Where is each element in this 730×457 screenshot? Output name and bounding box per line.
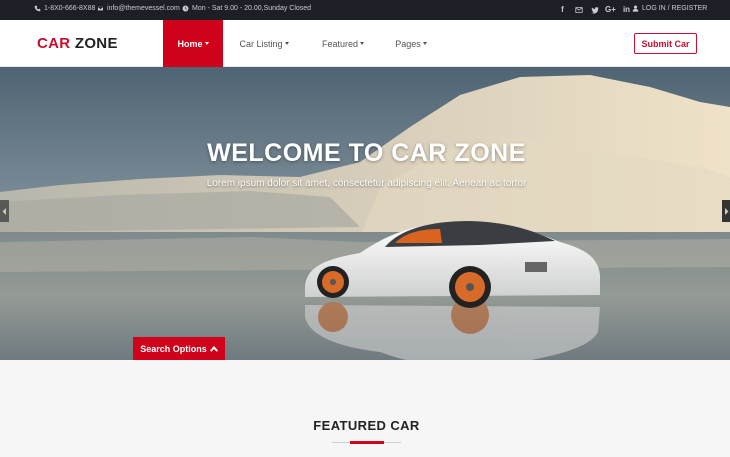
google-plus-icon[interactable]: G+ [605,4,616,15]
nav-pages[interactable]: Pages [388,20,434,67]
nav-home-label: Home [177,38,203,49]
nav-featured-label: Featured [321,38,359,49]
nav-home[interactable]: Home [163,20,223,67]
twitter-icon[interactable] [590,4,599,15]
phone-text: 1-8X0-666-8X88 [44,5,96,12]
brand-logo[interactable]: CAR ZONE [37,35,118,52]
slider-next-button[interactable] [722,200,730,222]
login-register-link[interactable]: LOG IN / REGISTER [632,5,707,12]
submit-car-button[interactable]: Submit Car [634,33,697,54]
divider-accent [350,441,384,444]
brand-logo-zone: ZONE [74,35,118,52]
opening-hours: Mon - Sat 9.00 - 20.00,Sunday Closed [182,5,311,12]
caret-down-icon [284,42,289,45]
user-icon [632,5,639,12]
login-register-text[interactable]: LOG IN / REGISTER [642,5,707,12]
linkedin-icon[interactable]: in [622,4,631,15]
brand-logo-car: CAR [37,35,71,52]
mail-icon[interactable] [574,4,583,15]
hero-background-image [0,67,730,360]
email-contact[interactable]: info@themevessel.com [97,5,180,12]
hours-text: Mon - Sat 9.00 - 20.00,Sunday Closed [192,5,312,12]
featured-section-title: FEATURED CAR [313,418,420,433]
social-links: f G+ in [558,4,631,15]
nav-car-listing[interactable]: Car Listing [230,20,298,67]
search-options-button[interactable]: Search Options [133,337,225,360]
caret-down-icon [422,42,427,45]
email-text[interactable]: info@themevessel.com [107,5,180,12]
slider-prev-button[interactable] [0,200,9,222]
nav-pages-label: Pages [395,38,421,49]
search-options-label: Search Options [140,343,207,354]
phone-icon [34,5,41,12]
facebook-icon[interactable]: f [558,4,567,15]
nav-car-listing-label: Car Listing [239,38,283,49]
top-bar: 1-8X0-666-8X88 info@themevessel.com Mon … [0,0,730,20]
hero-subtitle: Lorem ipsum dolor sit amet, consectetur … [206,178,527,189]
main-navbar: CAR ZONE Home Car Listing Featured Pages… [0,20,730,67]
envelope-icon [97,6,104,11]
chevron-up-icon [209,345,218,352]
caret-down-icon [204,42,209,45]
hero-title: WELCOME TO CAR ZONE [207,139,526,167]
hero-slider: WELCOME TO CAR ZONE Lorem ipsum dolor si… [0,67,730,360]
clock-icon [182,5,189,12]
phone-contact: 1-8X0-666-8X88 [34,5,95,12]
chevron-right-icon [724,207,728,215]
caret-down-icon [360,42,365,45]
chevron-left-icon [2,207,6,215]
title-divider [332,441,401,444]
nav-featured[interactable]: Featured [312,20,374,67]
